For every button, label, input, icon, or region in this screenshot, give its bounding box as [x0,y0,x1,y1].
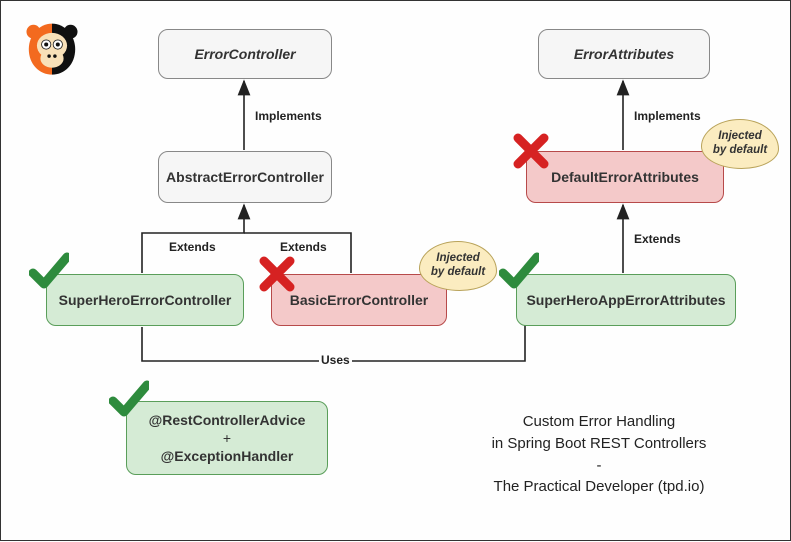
node-rest-controller-advice: @RestControllerAdvice + @ExceptionHandle… [126,401,328,475]
advice-line-2: @ExceptionHandler [161,447,294,465]
cloud-injected-2: Injected by default [701,119,779,169]
node-error-controller: ErrorController [158,29,332,79]
diagram-canvas: ErrorController ErrorAttributes Abstract… [0,0,791,541]
edge-label-uses: Uses [319,353,352,367]
edge-label-extends-2: Extends [278,240,329,254]
edge-label-implements-2: Implements [632,109,703,123]
cloud-injected-1: Injected by default [419,241,497,291]
node-superhero-app-error-attributes: SuperHeroAppErrorAttributes [516,274,736,326]
caption-line-3: - [449,455,749,477]
advice-plus: + [223,429,231,447]
node-superhero-error-controller: SuperHeroErrorController [46,274,244,326]
node-error-attributes: ErrorAttributes [538,29,710,79]
monkey-logo [23,19,81,77]
caption-line-2: in Spring Boot REST Controllers [449,433,749,455]
node-default-error-attributes: DefaultErrorAttributes [526,151,724,203]
edge-label-extends-3: Extends [632,232,683,246]
caption-line-4: The Practical Developer (tpd.io) [449,476,749,498]
edge-label-extends-1: Extends [167,240,218,254]
node-basic-error-controller: BasicErrorController [271,274,447,326]
caption-line-1: Custom Error Handling [449,411,749,433]
caption-block: Custom Error Handling in Spring Boot RES… [449,411,749,498]
node-abstract-error-controller: AbstractErrorController [158,151,332,203]
edge-label-implements-1: Implements [253,109,324,123]
advice-line-1: @RestControllerAdvice [149,411,306,429]
